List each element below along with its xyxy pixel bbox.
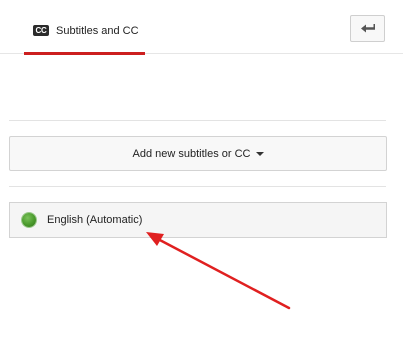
add-subtitles-label: Add new subtitles or CC bbox=[132, 148, 251, 160]
tab-label: Subtitles and CC bbox=[56, 25, 139, 37]
active-tab-indicator bbox=[24, 52, 145, 55]
back-button[interactable] bbox=[350, 15, 385, 42]
cc-icon: CC bbox=[33, 25, 49, 36]
add-subtitles-button[interactable]: Add new subtitles or CC bbox=[9, 136, 387, 171]
section-divider bbox=[9, 186, 386, 187]
panel-header: CC Subtitles and CC bbox=[0, 0, 403, 55]
back-arrow-icon bbox=[361, 24, 375, 33]
section-divider bbox=[9, 120, 386, 121]
subtitles-panel: CC Subtitles and CC Add new subtitles or… bbox=[0, 0, 403, 337]
tab-subtitles-and-cc[interactable]: CC Subtitles and CC bbox=[24, 0, 145, 55]
green-status-dot-icon bbox=[22, 213, 36, 227]
subtitle-track-english-automatic[interactable]: English (Automatic) bbox=[9, 202, 387, 238]
arrow-shaft bbox=[154, 236, 291, 310]
caret-down-icon bbox=[255, 152, 264, 156]
track-label: English (Automatic) bbox=[47, 214, 143, 226]
